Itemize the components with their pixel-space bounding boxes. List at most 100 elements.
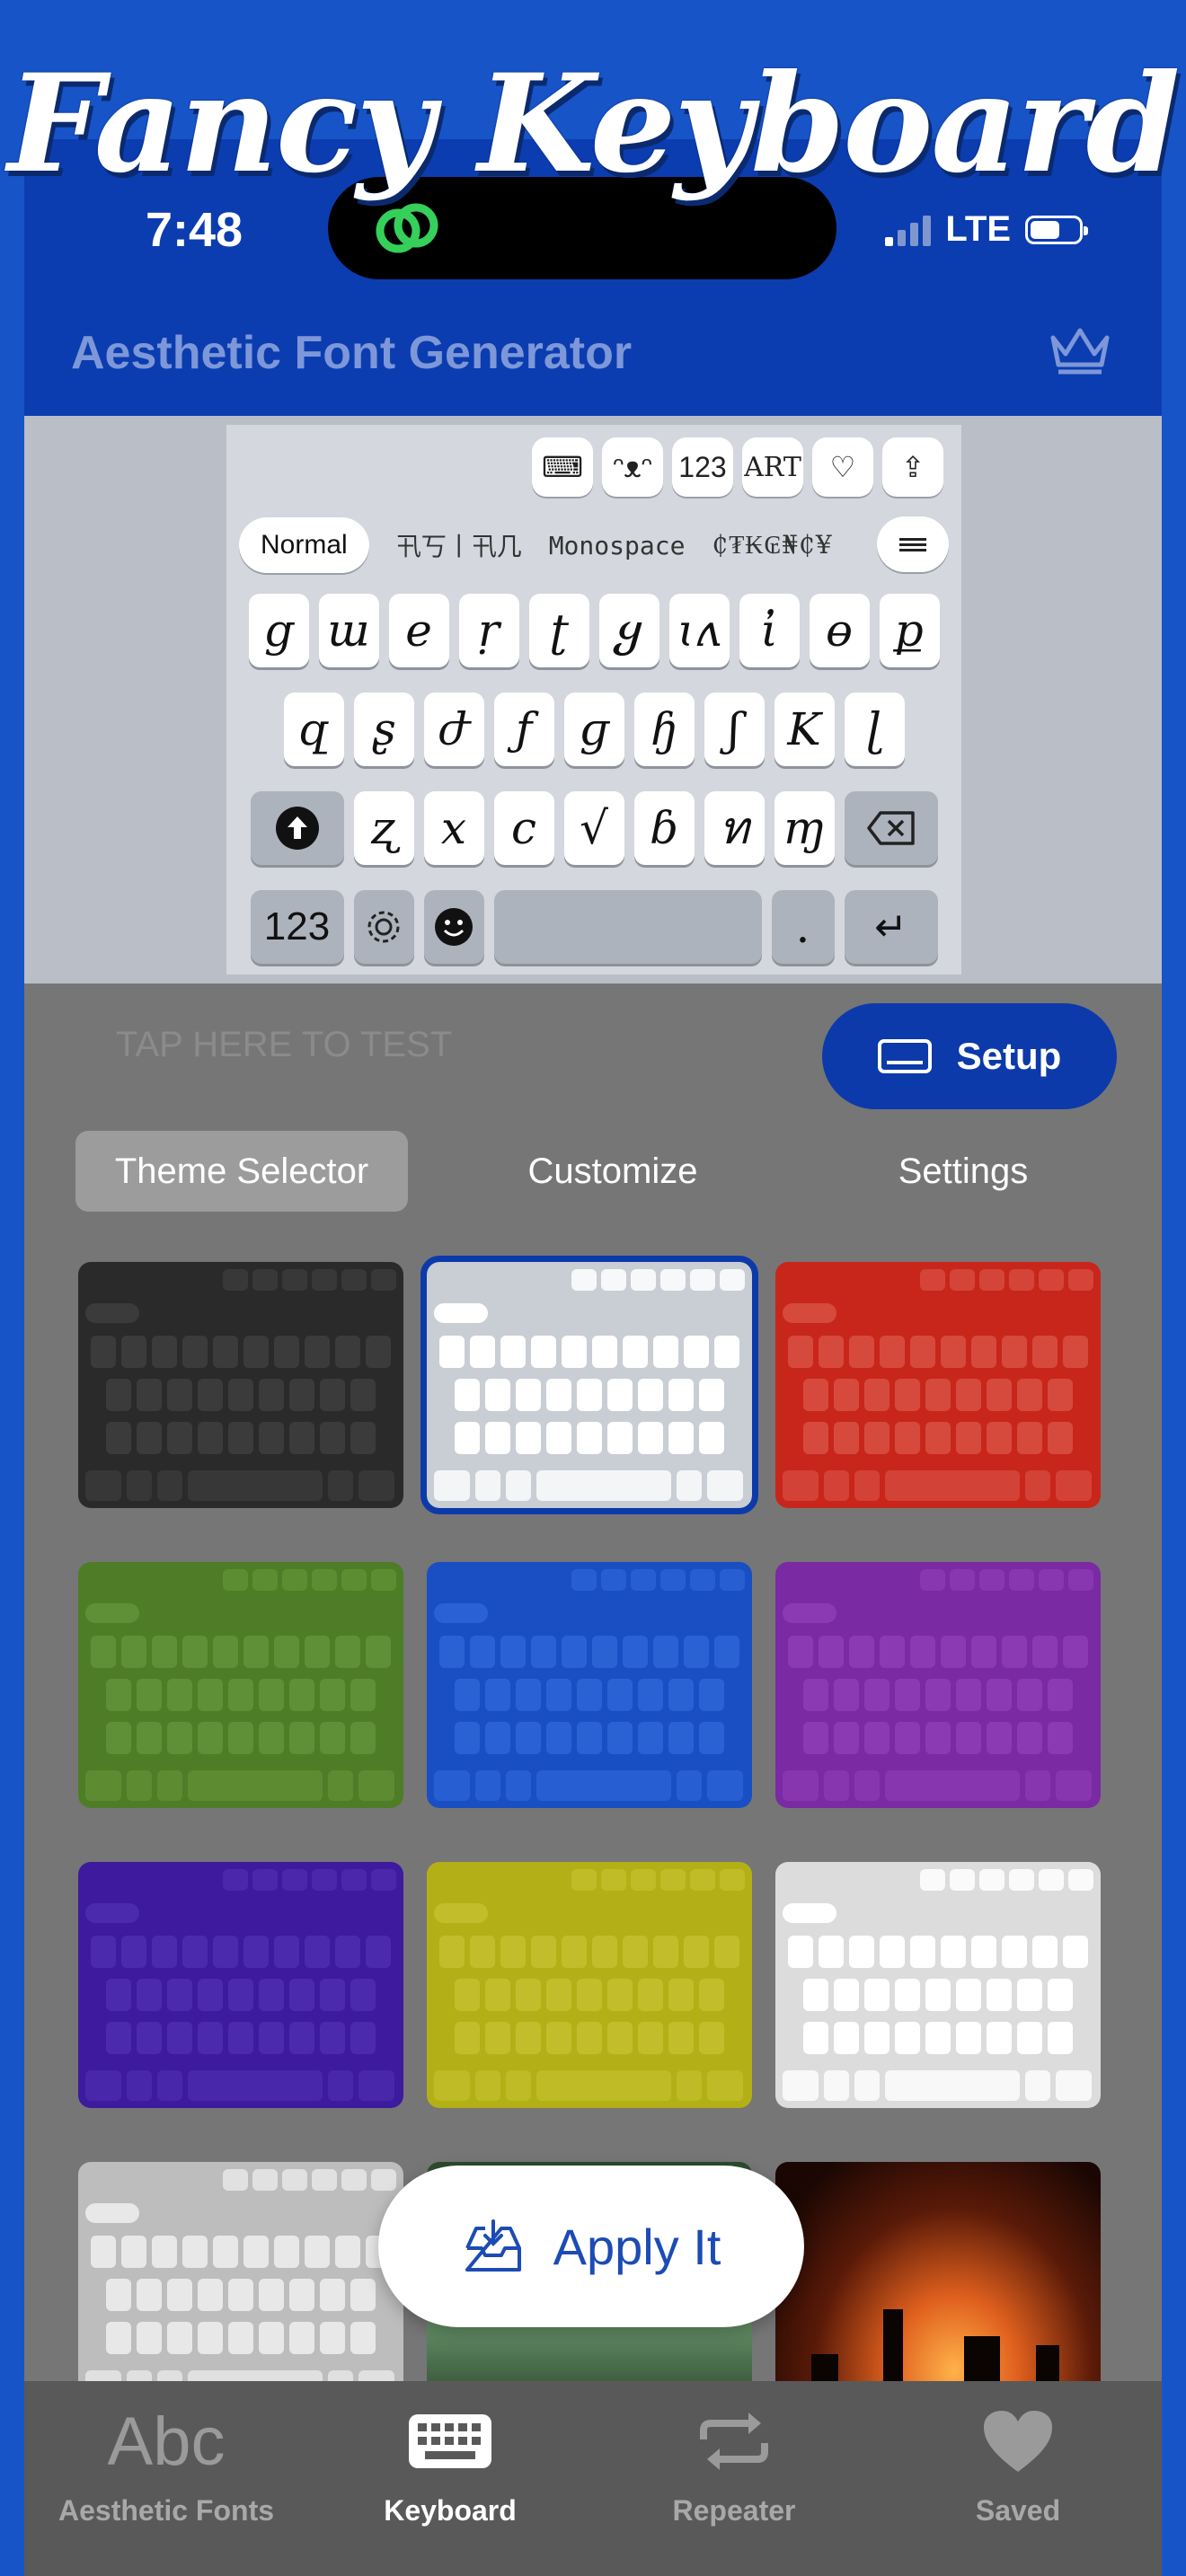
- theme-thumb-red[interactable]: [775, 1262, 1101, 1508]
- setup-label: Setup: [956, 1035, 1062, 1077]
- keyboard-switch-icon[interactable]: ⌨: [532, 437, 593, 497]
- theme-thumb-olive[interactable]: [427, 1862, 752, 2108]
- apply-label: Apply It: [553, 2218, 721, 2275]
- key-row-4: 123 . ↵: [226, 890, 961, 964]
- font-option-asian[interactable]: 卂丂丨卂几: [396, 527, 522, 563]
- art-button[interactable]: ART: [742, 437, 803, 497]
- font-option-monospace[interactable]: Monospace: [549, 531, 686, 560]
- test-input[interactable]: TAP HERE TO TEST: [116, 1025, 452, 1065]
- theme-thumb-fire-photo[interactable]: [775, 2162, 1101, 2408]
- numbers-key[interactable]: 123: [250, 890, 344, 964]
- bottom-tab-bar: Abc Aesthetic Fonts Keyboard Repeater Sa…: [24, 2381, 1162, 2576]
- theme-thumb-indigo[interactable]: [78, 1862, 403, 2108]
- key[interactable]: ɩʌ: [668, 594, 730, 667]
- shift-icon: [275, 807, 319, 850]
- crown-icon[interactable]: [1048, 323, 1112, 375]
- key[interactable]: ɓ: [633, 791, 695, 865]
- heart-icon[interactable]: ♡: [812, 437, 873, 497]
- network-label: LTE: [945, 209, 1011, 249]
- theme-thumb-black[interactable]: [78, 1262, 403, 1508]
- space-key[interactable]: [493, 890, 762, 964]
- key[interactable]: ժ: [423, 693, 484, 766]
- smiley-icon: [435, 908, 473, 946]
- status-time: 7:48: [146, 203, 243, 257]
- menu-icon[interactable]: [877, 516, 949, 572]
- key[interactable]: √: [563, 791, 624, 865]
- tabbar-keyboard[interactable]: Keyboard: [308, 2401, 592, 2527]
- font-option-normal[interactable]: Normal: [239, 517, 369, 573]
- key[interactable]: ɡ: [563, 693, 624, 766]
- tab-settings[interactable]: Settings: [797, 1131, 1129, 1212]
- theme-thumb-light[interactable]: [420, 1256, 758, 1514]
- promo-title: Fancy Keyboard: [7, 45, 1181, 203]
- key[interactable]: ք: [879, 594, 940, 667]
- key-row-1: ց ա e ṛ ʈ ყ ɩʌ ἰ ɵ ք: [226, 594, 961, 667]
- key[interactable]: ɱ: [774, 791, 835, 865]
- tabbar-label: Repeater: [672, 2494, 796, 2527]
- keyboard-icon: [877, 1039, 932, 1073]
- key[interactable]: x: [423, 791, 484, 865]
- key[interactable]: ʈ: [528, 594, 589, 667]
- settings-key[interactable]: [353, 890, 414, 964]
- setup-button[interactable]: Setup: [822, 1003, 1117, 1109]
- signal-icon: [885, 214, 932, 246]
- tab-customize[interactable]: Customize: [447, 1131, 779, 1212]
- emoji-key[interactable]: [423, 890, 484, 964]
- abc-icon: Abc: [107, 2403, 226, 2480]
- key[interactable]: ʐ: [353, 791, 414, 865]
- inbox-download-icon: [465, 2219, 521, 2272]
- share-icon[interactable]: ⇪: [882, 437, 943, 497]
- tabbar-label: Keyboard: [384, 2494, 517, 2527]
- numbers-button[interactable]: 123: [672, 437, 733, 497]
- backspace-key[interactable]: [844, 791, 938, 865]
- keyboard-preview: ⌨ ᵔᴥᵔ 123 ART ♡ ⇪ Normal 卂丂丨卂几 Monospace…: [226, 425, 961, 975]
- link-app-icon: [376, 203, 438, 253]
- key[interactable]: ʂ: [353, 693, 414, 766]
- key-row-2: զ ʂ ժ ƒ ɡ ɧ ʃ K ɭ: [226, 693, 961, 766]
- key[interactable]: ƒ: [493, 693, 554, 766]
- backspace-icon: [866, 811, 915, 845]
- key[interactable]: K: [774, 693, 835, 766]
- kaomoji-button[interactable]: ᵔᴥᵔ: [602, 437, 663, 497]
- battery-icon: [1025, 215, 1088, 244]
- theme-thumb-purple[interactable]: [775, 1562, 1101, 1808]
- key[interactable]: ἰ: [739, 594, 800, 667]
- apply-button[interactable]: Apply It: [378, 2166, 804, 2327]
- segment-tabs: Theme Selector Customize Settings: [24, 1131, 1162, 1213]
- tab-theme-selector[interactable]: Theme Selector: [75, 1131, 408, 1212]
- key[interactable]: ա: [318, 594, 379, 667]
- key[interactable]: e: [388, 594, 449, 667]
- gear-icon: [367, 911, 400, 943]
- tabbar-saved[interactable]: Saved: [876, 2401, 1160, 2527]
- theme-thumb-green[interactable]: [78, 1562, 403, 1808]
- return-key[interactable]: ↵: [844, 890, 938, 964]
- key[interactable]: զ: [283, 693, 344, 766]
- key[interactable]: c: [493, 791, 554, 865]
- status-indicators: LTE: [885, 209, 1088, 250]
- key[interactable]: ท: [704, 791, 765, 865]
- app-title: Aesthetic Font Generator: [71, 327, 633, 379]
- theme-thumb-gray[interactable]: [78, 2162, 403, 2408]
- heart-icon: [876, 2401, 1160, 2482]
- key[interactable]: ց: [248, 594, 309, 667]
- key[interactable]: ʃ: [704, 693, 765, 766]
- repeat-icon: [592, 2401, 876, 2482]
- tabbar-aesthetic-fonts[interactable]: Abc Aesthetic Fonts: [24, 2401, 308, 2527]
- font-style-row: Normal 卂丂丨卂几 Monospace ₵₮₭₢₦₵¥: [239, 516, 949, 574]
- key[interactable]: ɭ: [844, 693, 905, 766]
- theme-thumb-white-red[interactable]: [775, 1862, 1101, 2108]
- key[interactable]: ṛ: [458, 594, 519, 667]
- keyboard-preview-area: ⌨ ᵔᴥᵔ 123 ART ♡ ⇪ Normal 卂丂丨卂几 Monospace…: [24, 416, 1162, 984]
- tabbar-label: Aesthetic Fonts: [58, 2494, 275, 2527]
- keyboard-icon: [308, 2401, 592, 2482]
- tabbar-repeater[interactable]: Repeater: [592, 2401, 876, 2527]
- font-option-currency[interactable]: ₵₮₭₢₦₵¥: [712, 530, 832, 560]
- key[interactable]: ɧ: [633, 693, 695, 766]
- phone-screen: 7:48 LTE Aesthetic Font Generator ⌨ ᵔᴥᵔ …: [24, 139, 1162, 2576]
- shift-key[interactable]: [250, 791, 344, 865]
- key[interactable]: ყ: [598, 594, 659, 667]
- key[interactable]: ɵ: [809, 594, 870, 667]
- period-key[interactable]: .: [771, 890, 835, 964]
- theme-thumb-blue[interactable]: [427, 1562, 752, 1808]
- test-row: TAP HERE TO TEST Setup: [24, 984, 1162, 1111]
